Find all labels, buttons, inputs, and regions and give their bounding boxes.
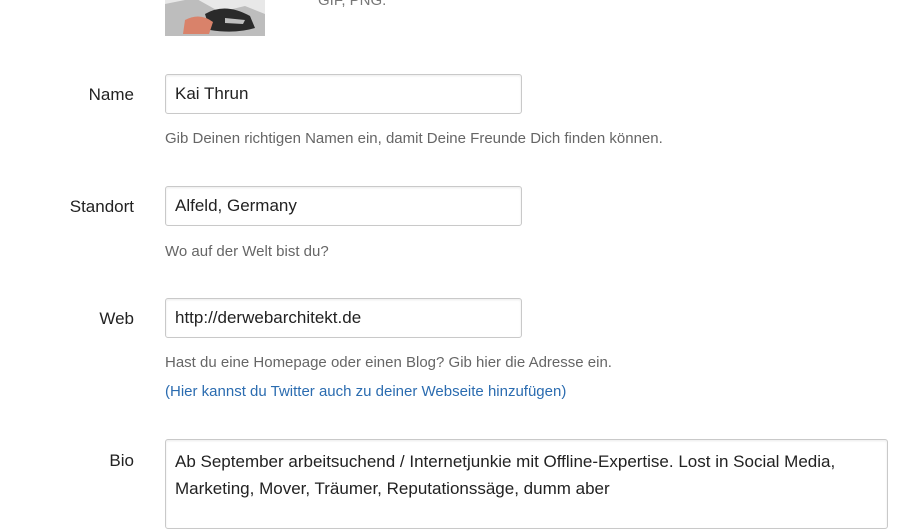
web-label: Web	[99, 309, 134, 328]
web-input[interactable]: http://derwebarchitekt.de	[165, 298, 522, 338]
twitter-website-link[interactable]: (Hier kannst du Twitter auch zu deiner W…	[165, 383, 566, 400]
name-input[interactable]: Kai Thrun	[165, 74, 522, 114]
name-label: Name	[88, 85, 134, 104]
bio-textarea[interactable]: Ab September arbeitsuchend / Internetjun…	[165, 439, 888, 529]
name-hint: Gib Deinen richtigen Namen ein, damit De…	[165, 130, 663, 147]
location-hint: Wo auf der Welt bist du?	[165, 243, 329, 260]
location-input[interactable]: Alfeld, Germany	[165, 186, 522, 226]
avatar-image[interactable]	[165, 0, 265, 36]
location-label: Standort	[69, 197, 134, 216]
avatar-hint: GIF, PNG.	[318, 0, 387, 9]
web-hint: Hast du eine Homepage oder einen Blog? G…	[165, 354, 612, 371]
bio-label: Bio	[109, 451, 134, 470]
